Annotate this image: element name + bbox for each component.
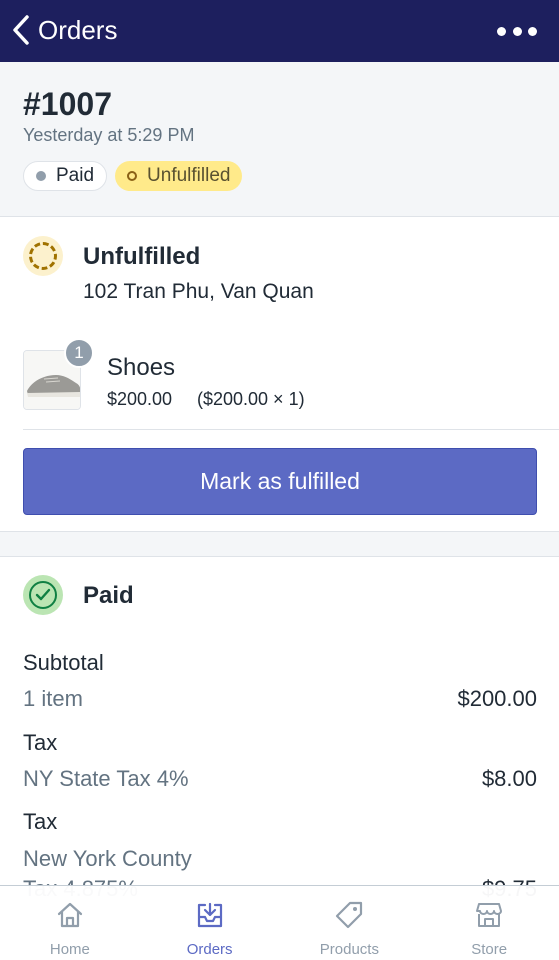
ring-icon — [127, 171, 138, 181]
fulfillment-card: Unfulfilled 102 Tran Phu, Van Quan 1 Sho… — [0, 216, 559, 532]
order-badges: Paid Unfulfilled — [23, 161, 243, 191]
subtotal-label: Subtotal — [23, 650, 104, 675]
tax-sub: NY State Tax 4% — [23, 766, 189, 791]
tax-label: Tax — [23, 809, 58, 834]
tax-label: Tax — [23, 730, 58, 755]
more-dot-icon — [497, 26, 506, 36]
chevron-left-icon — [12, 15, 30, 45]
tab-label: Store — [471, 941, 508, 958]
unfulfilled-icon — [23, 236, 63, 276]
tab-store[interactable]: Store — [419, 886, 559, 960]
tax-value: $8.00 — [481, 766, 537, 791]
tab-label: Products — [319, 941, 379, 958]
tab-label: Orders — [186, 941, 233, 958]
paid-check-icon — [23, 575, 63, 615]
more-dot-icon — [528, 26, 537, 36]
paid-status-badge: Paid — [23, 161, 108, 191]
divider — [23, 429, 559, 430]
order-date: Yesterday at 5:29 PM — [23, 125, 195, 145]
unfulfilled-status-badge: Unfulfilled — [115, 161, 243, 191]
tab-label: Home — [49, 941, 90, 958]
more-options-button[interactable] — [497, 18, 537, 44]
unfulfilled-badge-label: Unfulfilled — [147, 165, 231, 186]
tab-products[interactable]: Products — [280, 886, 420, 960]
subtotal-value: $200.00 — [457, 686, 537, 711]
back-button[interactable]: Orders — [12, 10, 117, 50]
bottom-tab-bar: Home Orders Products Store — [0, 885, 559, 960]
quantity-badge: 1 — [64, 338, 94, 368]
paid-badge-label: Paid — [56, 165, 95, 186]
back-label: Orders — [38, 14, 118, 45]
shipping-address: 102 Tran Phu, Van Quan — [83, 280, 314, 303]
tax-sub: New York County — [23, 846, 192, 871]
fulfillment-title: Unfulfilled — [83, 243, 201, 270]
top-navbar: Orders — [0, 0, 559, 62]
product-price: $200.00 — [107, 389, 173, 409]
more-dot-icon — [512, 26, 522, 36]
store-icon — [474, 900, 504, 935]
payment-title: Paid — [83, 582, 134, 609]
product-name[interactable]: Shoes — [107, 354, 175, 382]
order-header: #1007 Yesterday at 5:29 PM Paid Unfulfil… — [0, 62, 559, 216]
dot-icon — [36, 171, 46, 181]
tab-home[interactable]: Home — [0, 886, 140, 960]
orders-icon — [195, 900, 225, 935]
mark-as-fulfilled-button[interactable]: Mark as fulfilled — [23, 448, 537, 515]
product-price-detail: ($200.00 × 1) — [197, 389, 305, 409]
subtotal-sub: 1 item — [23, 686, 83, 711]
home-icon — [55, 900, 85, 935]
tag-icon — [334, 900, 364, 935]
order-number: #1007 — [23, 86, 112, 122]
tab-orders[interactable]: Orders — [140, 886, 280, 960]
